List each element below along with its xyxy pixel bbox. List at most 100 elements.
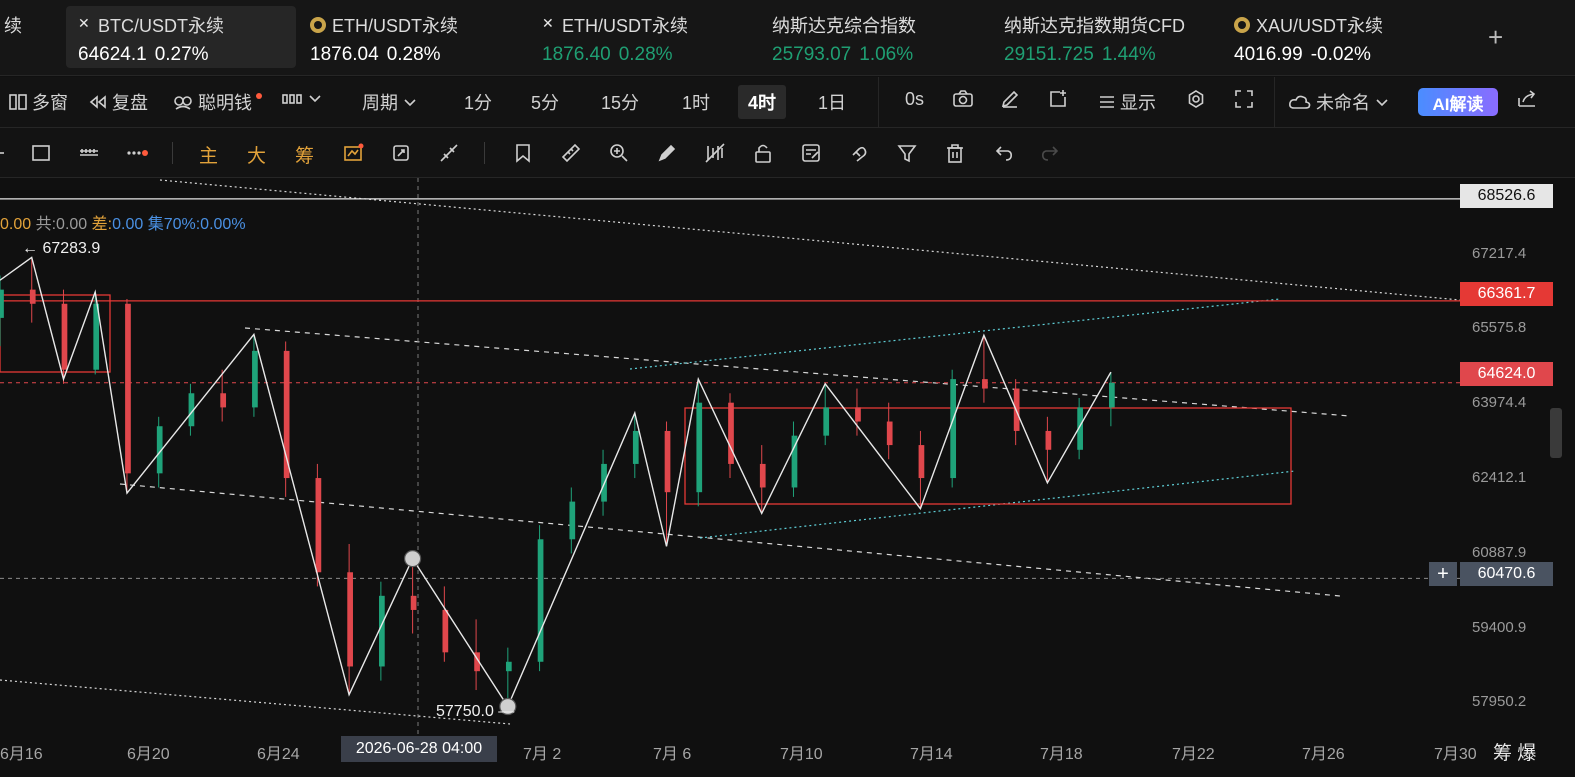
redo-button[interactable] [1040,142,1062,169]
ticker-xau-usdt[interactable]: XAU/USDT永续 4016.99 -0.02% [1222,6,1452,68]
ticker-change: 1.44% [1101,44,1156,65]
screenshot-button[interactable] [952,89,974,109]
add-alert-button[interactable]: + [1429,562,1457,586]
pivot-marker [404,550,422,568]
x-tick: 7月18 [1040,746,1083,763]
share-button[interactable] [1516,89,1538,109]
horizontal-levels[interactable] [0,198,1460,579]
edit-button[interactable] [1000,89,1020,109]
lower-dotted-line[interactable] [0,679,511,725]
bookmark-tool[interactable] [512,142,534,169]
multi-window-button[interactable]: 多窗 [8,89,68,115]
ticker-name: 纳斯达克综合指数 [772,16,916,36]
candle-body [664,430,671,493]
add-window-button[interactable] [1048,89,1068,109]
template-tool[interactable] [800,142,822,169]
settings-button[interactable] [1186,89,1206,109]
layout-dropdown[interactable]: 未命名 [1288,89,1390,115]
camera-icon [953,90,973,107]
fib-icon [80,149,98,156]
candle-body [950,379,957,479]
display-button[interactable]: 显示 [1098,89,1156,115]
cyan-channel-upper[interactable] [629,298,1281,370]
ticker-change: -0.02% [1310,44,1371,65]
ticker-nasdaq-composite[interactable]: 纳斯达克综合指数 25793.07 1.06% [760,6,990,68]
candle-body [855,407,861,422]
delete-tool[interactable] [944,142,966,169]
x-tick: 6月24 [257,746,300,763]
ticker-btc-usdt[interactable]: BTC/USDT永续 64624.1 0.27% [66,6,296,68]
rectangle-tool[interactable] [30,142,52,169]
more-tools[interactable] [126,142,148,169]
toolbar-divider [878,77,879,128]
pattern-tool[interactable] [342,142,364,169]
lock-tool[interactable] [752,142,774,169]
interval-1d[interactable]: 1日 [818,89,846,115]
interval-4h[interactable]: 4时 [738,85,787,119]
ai-analysis-button[interactable]: AI解读 [1418,88,1498,116]
chevron-down-icon [1376,99,1388,107]
price-tag-resistance[interactable]: 66361.7 [1460,282,1553,306]
ticker-price: 4016.99 [1234,44,1303,65]
period-dropdown[interactable]: 周期 [362,89,418,115]
fullscreen-button[interactable] [1234,89,1254,109]
candle-body [1045,430,1052,450]
ticker-partial[interactable]: 续 [0,6,32,68]
measure-tool[interactable] [438,142,460,169]
range-red-box[interactable] [684,407,1292,505]
zoom-tool[interactable] [608,142,630,169]
candle-body [1109,382,1115,408]
channel-lower-dashed[interactable] [119,483,1341,597]
chip-burst-labels[interactable]: 筹 爆 [1493,738,1536,765]
ticker-change: 0.28% [386,44,441,65]
zigzag-line[interactable] [0,256,1112,708]
zero-seconds-button[interactable]: 0s [905,89,924,110]
ruler-tool[interactable] [560,142,582,169]
drawing-toolbar: 主 大 筹 [0,128,1575,178]
price-tag-current[interactable]: 64624.0 [1460,362,1553,386]
rewind-icon [89,95,106,109]
chip-toggle[interactable]: 筹 [295,141,314,168]
large-order-toggle[interactable]: 大 [247,141,266,168]
interval-5m[interactable]: 5分 [531,89,559,115]
interval-15m[interactable]: 15分 [601,89,639,115]
add-tab-button[interactable]: + [1488,22,1503,53]
descending-dotted-line[interactable] [159,179,1461,301]
ticker-nasdaq-futures[interactable]: 纳斯达克指数期货CFD 29151.725 1.44% [992,6,1222,68]
channel-upper-dashed[interactable] [244,327,1351,417]
legend-set-label: 集70%: [147,216,201,233]
brush-tool[interactable] [656,142,678,169]
magnet-tool[interactable] [848,142,870,169]
ticker-name: XAU/USDT永续 [1256,16,1384,36]
low-annotation: 57750.0 — [436,703,515,720]
ticker-eth-usdt-2[interactable]: ETH/USDT永续 1876.40 0.28% [530,6,750,68]
fib-tool[interactable] [78,142,100,169]
candle-body [29,289,36,304]
ticker-change: 0.27% [154,44,209,65]
multi-window-icon [9,94,27,110]
smart-money-button[interactable]: 聪明钱 [172,89,262,115]
interval-1m[interactable]: 1分 [464,89,492,115]
line-tool[interactable] [0,142,12,169]
ticker-eth-usdt-1[interactable]: ETH/USDT永续 1876.04 0.28% [298,6,518,68]
interval-1h[interactable]: 1时 [682,89,710,115]
notification-dot [256,93,262,99]
ticker-change: 0.28% [618,44,673,65]
filter-tool[interactable] [896,142,918,169]
undo-button[interactable] [992,142,1014,169]
replay-button[interactable]: 复盘 [88,89,148,115]
price-tag-top[interactable]: 68526.6 [1460,184,1553,208]
y-tick: 59400.9 [1472,619,1527,636]
price-tag-crosshair[interactable]: 60470.6 [1460,562,1553,586]
price-chart[interactable]: 0.00 共:0.00 差:0.00 集70%:0.00% 67217.4 65… [0,178,1575,777]
bookmark-icon [516,144,530,163]
indicator-bars-button[interactable] [282,89,324,109]
share-icon [1518,90,1536,107]
auto-pattern-tool[interactable] [390,142,412,169]
main-force-toggle[interactable]: 主 [199,141,218,168]
candle-body [0,289,4,318]
x-tick: 6月16 [0,746,43,763]
right-scroll-handle[interactable] [1550,408,1562,458]
hide-drawings-tool[interactable] [704,142,726,169]
candlestick-chart[interactable] [0,178,1575,777]
